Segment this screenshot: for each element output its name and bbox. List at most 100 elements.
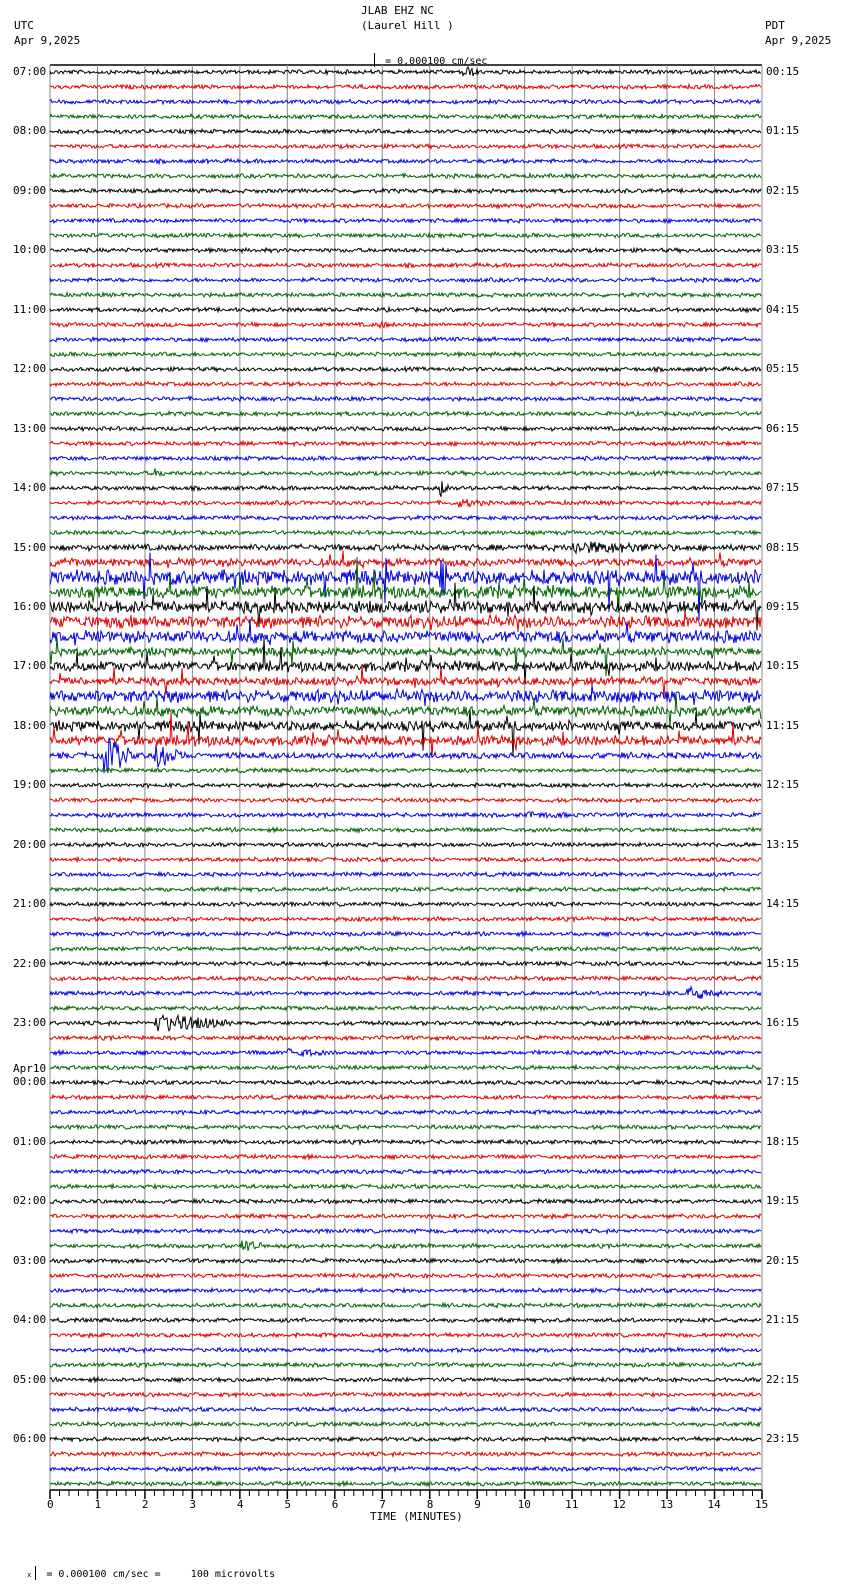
trace-line [49, 1123, 762, 1132]
trace-line [49, 1346, 762, 1355]
trace-line [49, 201, 762, 210]
trace-line [49, 394, 762, 403]
pdt-hour-label: 22:15 [766, 1372, 800, 1386]
utc-hour-label: 10:00 [13, 243, 47, 257]
trace-line [49, 1450, 762, 1459]
pdt-hour-label: 20:15 [766, 1253, 800, 1267]
trace-line [49, 276, 762, 284]
footer-scale: x = 0.000100 cm/sec = 100 microvolts [3, 1551, 275, 1584]
utc-hour-label: 02:00 [13, 1194, 47, 1208]
trace-line [49, 1256, 762, 1265]
trace-line [49, 157, 762, 166]
utc-hour-label: 19:00 [13, 778, 47, 792]
utc-hour-label: 00:00 [13, 1075, 47, 1089]
trace-line [49, 959, 762, 968]
trace-line [49, 231, 762, 240]
trace-line [49, 112, 762, 121]
pdt-hour-label: 00:15 [766, 65, 800, 78]
trace-line [49, 365, 762, 374]
trace-line [49, 1331, 762, 1340]
trace-line [49, 1375, 762, 1384]
trace-line [49, 885, 762, 894]
trace-line [49, 637, 762, 684]
utc-hour-label: 06:00 [13, 1432, 47, 1446]
trace-line [49, 541, 762, 555]
trace-line [49, 439, 762, 448]
pdt-hour-label: 16:15 [766, 1016, 800, 1030]
trace-line [49, 82, 762, 91]
trace-line [49, 1004, 762, 1013]
pdt-hour-label: 02:15 [766, 183, 800, 197]
trace-line [49, 97, 762, 106]
pdt-hour-label: 19:15 [766, 1194, 800, 1208]
seismogram-plot [49, 64, 763, 1499]
x-tick-label: 14 [707, 1498, 721, 1511]
pdt-hour-label: 07:15 [766, 481, 800, 495]
trace-line [49, 380, 762, 388]
trace-line [49, 1093, 762, 1102]
trace-line [49, 1137, 762, 1147]
trace-line [49, 425, 762, 433]
x-tick-label: 10 [517, 1498, 531, 1511]
pdt-hour-label: 10:15 [766, 659, 800, 673]
x-tick-label: 13 [660, 1498, 674, 1511]
trace-line [49, 1301, 762, 1310]
date-change-label: Apr10 [13, 1062, 47, 1076]
trace-line [49, 1286, 762, 1295]
pdt-hour-label: 04:15 [766, 302, 800, 316]
utc-hour-label: 17:00 [13, 659, 47, 673]
utc-hour-label: 23:00 [13, 1016, 47, 1030]
x-tick-label: 6 [331, 1498, 339, 1511]
trace-line [49, 186, 762, 195]
trace-line [49, 1167, 762, 1176]
x-tick-label: 2 [141, 1498, 149, 1511]
trace-line [49, 497, 762, 508]
trace-line [49, 290, 762, 299]
utc-hour-label: 11:00 [13, 302, 47, 316]
pdt-hour-label: 14:15 [766, 897, 800, 911]
trace-line [49, 929, 762, 938]
trace-line [49, 1271, 762, 1280]
trace-line [49, 1197, 762, 1206]
pdt-hour-label: 11:15 [766, 718, 800, 732]
trace-line [49, 1227, 762, 1236]
trace-line [49, 1212, 762, 1221]
trace-line [49, 1152, 762, 1161]
trace-line [49, 171, 762, 180]
trace-line [49, 1316, 762, 1325]
trace-line [49, 335, 762, 344]
trace-line [49, 261, 762, 270]
trace-line [49, 610, 762, 632]
utc-hour-label: 01:00 [13, 1134, 47, 1148]
trace-line [49, 1047, 762, 1058]
trace-line [49, 1182, 762, 1191]
trace-line [49, 781, 762, 790]
trace-line [49, 65, 762, 78]
trace-line [49, 1390, 762, 1399]
pdt-hour-label: 01:15 [766, 124, 800, 138]
trace-line [49, 870, 762, 879]
pdt-hour-label: 13:15 [766, 837, 800, 851]
trace-line [49, 915, 762, 924]
trace-line [49, 900, 762, 909]
trace-line [49, 1464, 762, 1473]
x-tick-label: 9 [474, 1498, 481, 1511]
pdt-hour-label: 08:15 [766, 540, 800, 554]
trace-line [49, 825, 762, 834]
utc-hour-label: 14:00 [13, 481, 47, 495]
trace-line [49, 1435, 762, 1444]
utc-hour-label: 13:00 [13, 421, 47, 435]
trace-line [49, 454, 762, 463]
x-tick-label: 0 [47, 1498, 54, 1511]
utc-hour-label: 18:00 [13, 718, 47, 732]
x-tick-label: 15 [755, 1498, 769, 1511]
x-tick-label: 11 [565, 1498, 579, 1511]
utc-hour-label: 15:00 [13, 540, 47, 554]
trace-line [49, 1420, 762, 1428]
trace-line [49, 811, 762, 820]
trace-line [49, 246, 762, 255]
trace-line [49, 1360, 762, 1369]
trace-line [49, 840, 762, 849]
trace-line [49, 766, 762, 775]
x-tick-label: 12 [612, 1498, 626, 1511]
